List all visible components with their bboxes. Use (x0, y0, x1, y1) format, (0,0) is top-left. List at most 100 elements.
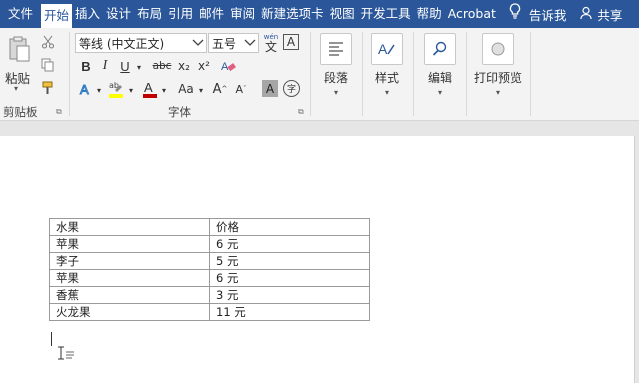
tab-mailings[interactable]: 邮件 (196, 0, 227, 28)
change-case-dropdown-icon[interactable]: ▾ (197, 81, 205, 99)
clipboard-launcher-icon[interactable]: ⧉ (56, 107, 62, 117)
table-cell[interactable]: 6 元 (209, 235, 370, 253)
tab-insert[interactable]: 插入 (72, 0, 103, 28)
table-header-cell[interactable]: 水果 (49, 218, 210, 236)
document-page[interactable]: 水果 价格 苹果 6 元 李子 5 元 苹果 6 元 香蕉 3 元 火龙果 11… (0, 136, 635, 383)
tab-new-tab[interactable]: 新建选项卡 (258, 0, 327, 28)
enclose-characters-button[interactable]: 字 (283, 80, 300, 97)
tab-design[interactable]: 设计 (103, 0, 134, 28)
tab-developer[interactable]: 开发工具 (358, 0, 414, 28)
shrink-font-button[interactable]: Aˇ (233, 80, 249, 98)
table-row: 香蕉 3 元 (49, 286, 370, 304)
styles-label: 样式 (374, 71, 399, 85)
font-size-value: 五号 (212, 37, 237, 51)
tab-home[interactable]: 开始 (41, 4, 73, 28)
paragraph-label: 段落 (323, 71, 348, 85)
character-border-button[interactable]: A (283, 34, 299, 50)
copy-icon[interactable] (40, 57, 56, 73)
tab-review[interactable]: 审阅 (227, 0, 258, 28)
editing-label: 编辑 (427, 71, 452, 85)
font-color-icon[interactable]: A (141, 78, 159, 100)
ibeam-cursor-icon (57, 346, 65, 364)
chevron-down-icon: ▾ (384, 88, 389, 97)
tab-file[interactable]: 文件 (0, 0, 41, 28)
table-cell[interactable]: 李子 (49, 252, 210, 270)
text-effects-icon[interactable]: A (78, 80, 94, 98)
font-size-combo[interactable]: 五号 (208, 33, 259, 53)
paragraph-button[interactable]: 段落 ▾ (316, 33, 356, 97)
editing-button[interactable]: 编辑 ▾ (420, 33, 460, 97)
tab-layout[interactable]: 布局 (134, 0, 165, 28)
print-preview-icon (482, 33, 514, 65)
cut-icon[interactable] (40, 34, 56, 50)
italic-button[interactable]: I (98, 57, 112, 75)
ribbon-home: 粘贴 ▾ 剪贴板 ⧉ 等线 (中文正文) 五号 wén 文 A B I U ▾ … (0, 28, 639, 121)
table-cell[interactable]: 苹果 (49, 235, 210, 253)
highlight-dropdown-icon[interactable]: ▾ (127, 81, 135, 99)
clear-formatting-icon[interactable]: A (219, 57, 237, 75)
search-icon (424, 33, 456, 65)
chevron-down-icon (192, 33, 204, 53)
svg-text:A: A (144, 80, 153, 95)
paste-icon[interactable] (5, 34, 33, 64)
change-case-button[interactable]: Aa (176, 80, 196, 98)
table-cell[interactable]: 苹果 (49, 269, 210, 287)
table-cell[interactable]: 11 元 (209, 303, 370, 321)
table-header-cell[interactable]: 价格 (209, 218, 370, 236)
format-painter-icon[interactable] (40, 80, 56, 96)
caret-up-icon: ^ (221, 85, 228, 93)
strikethrough-button[interactable]: abc (150, 57, 174, 75)
chevron-down-icon (244, 33, 256, 53)
tab-references[interactable]: 引用 (165, 0, 196, 28)
grow-font-label: A (212, 81, 222, 97)
table-row: 苹果 6 元 (49, 269, 370, 287)
paste-dropdown-icon[interactable]: ▾ (14, 84, 18, 93)
table-cell[interactable]: 3 元 (209, 286, 370, 304)
chevron-down-icon: ▾ (333, 88, 338, 97)
underline-button[interactable]: U (118, 57, 132, 75)
lightbulb-icon[interactable] (499, 0, 527, 28)
tell-me-search[interactable]: 告诉我 (527, 5, 581, 24)
tab-acrobat[interactable]: Acrobat (445, 0, 499, 28)
grow-font-button[interactable]: A ^ (212, 80, 228, 98)
font-name-combo[interactable]: 等线 (中文正文) (75, 33, 207, 53)
table-row: 苹果 6 元 (49, 235, 370, 253)
phonetic-guide-button[interactable]: wén 文 (262, 31, 280, 55)
bold-button[interactable]: B (78, 57, 94, 75)
fruit-price-table[interactable]: 水果 价格 苹果 6 元 李子 5 元 苹果 6 元 香蕉 3 元 火龙果 11… (49, 218, 370, 321)
font-launcher-icon[interactable]: ⧉ (298, 107, 304, 117)
share-button[interactable]: 共享 (580, 5, 622, 24)
print-preview-label: 打印预览 (473, 71, 522, 85)
tab-help[interactable]: 帮助 (414, 0, 445, 28)
styles-button[interactable]: A 样式 ▾ (367, 33, 407, 97)
table-cell[interactable]: 香蕉 (49, 286, 210, 304)
table-cell[interactable]: 火龙果 (49, 303, 210, 321)
underline-dropdown-icon[interactable]: ▾ (134, 58, 144, 76)
svg-text:A: A (80, 82, 89, 97)
text-cursor (51, 332, 52, 346)
text-effects-dropdown-icon[interactable]: ▾ (95, 81, 103, 99)
clipboard-group-label: 剪贴板 (3, 105, 38, 119)
share-label: 共享 (597, 7, 623, 23)
print-preview-button[interactable]: 打印预览 ▾ (472, 33, 524, 97)
paragraph-icon (320, 33, 352, 65)
table-header-row: 水果 价格 (49, 218, 370, 236)
table-cell[interactable]: 5 元 (209, 252, 370, 270)
tab-view[interactable]: 视图 (327, 0, 358, 28)
character-shading-button[interactable]: A (262, 80, 278, 97)
svg-text:A: A (378, 41, 388, 57)
font-group-label: 字体 (168, 105, 191, 119)
font-name-value: 等线 (中文正文) (79, 37, 165, 51)
subscript-button[interactable]: x₂ (176, 57, 192, 75)
chevron-down-icon: ▾ (495, 88, 500, 97)
caret-down-icon: ˇ (243, 85, 247, 93)
table-body: 水果 价格 苹果 6 元 李子 5 元 苹果 6 元 香蕉 3 元 火龙果 11… (49, 218, 370, 321)
font-color-dropdown-icon[interactable]: ▾ (160, 81, 168, 99)
shrink-font-label: A (235, 82, 244, 96)
superscript-button[interactable]: x² (196, 57, 212, 75)
chevron-down-icon: ▾ (437, 88, 442, 97)
person-icon (580, 6, 594, 23)
highlight-icon[interactable]: ab (106, 78, 126, 100)
table-cell[interactable]: 6 元 (209, 269, 370, 287)
ribbon-tab-bar: 文件 开始 插入 设计 布局 引用 邮件 审阅 新建选项卡 视图 开发工具 帮助… (0, 0, 639, 28)
